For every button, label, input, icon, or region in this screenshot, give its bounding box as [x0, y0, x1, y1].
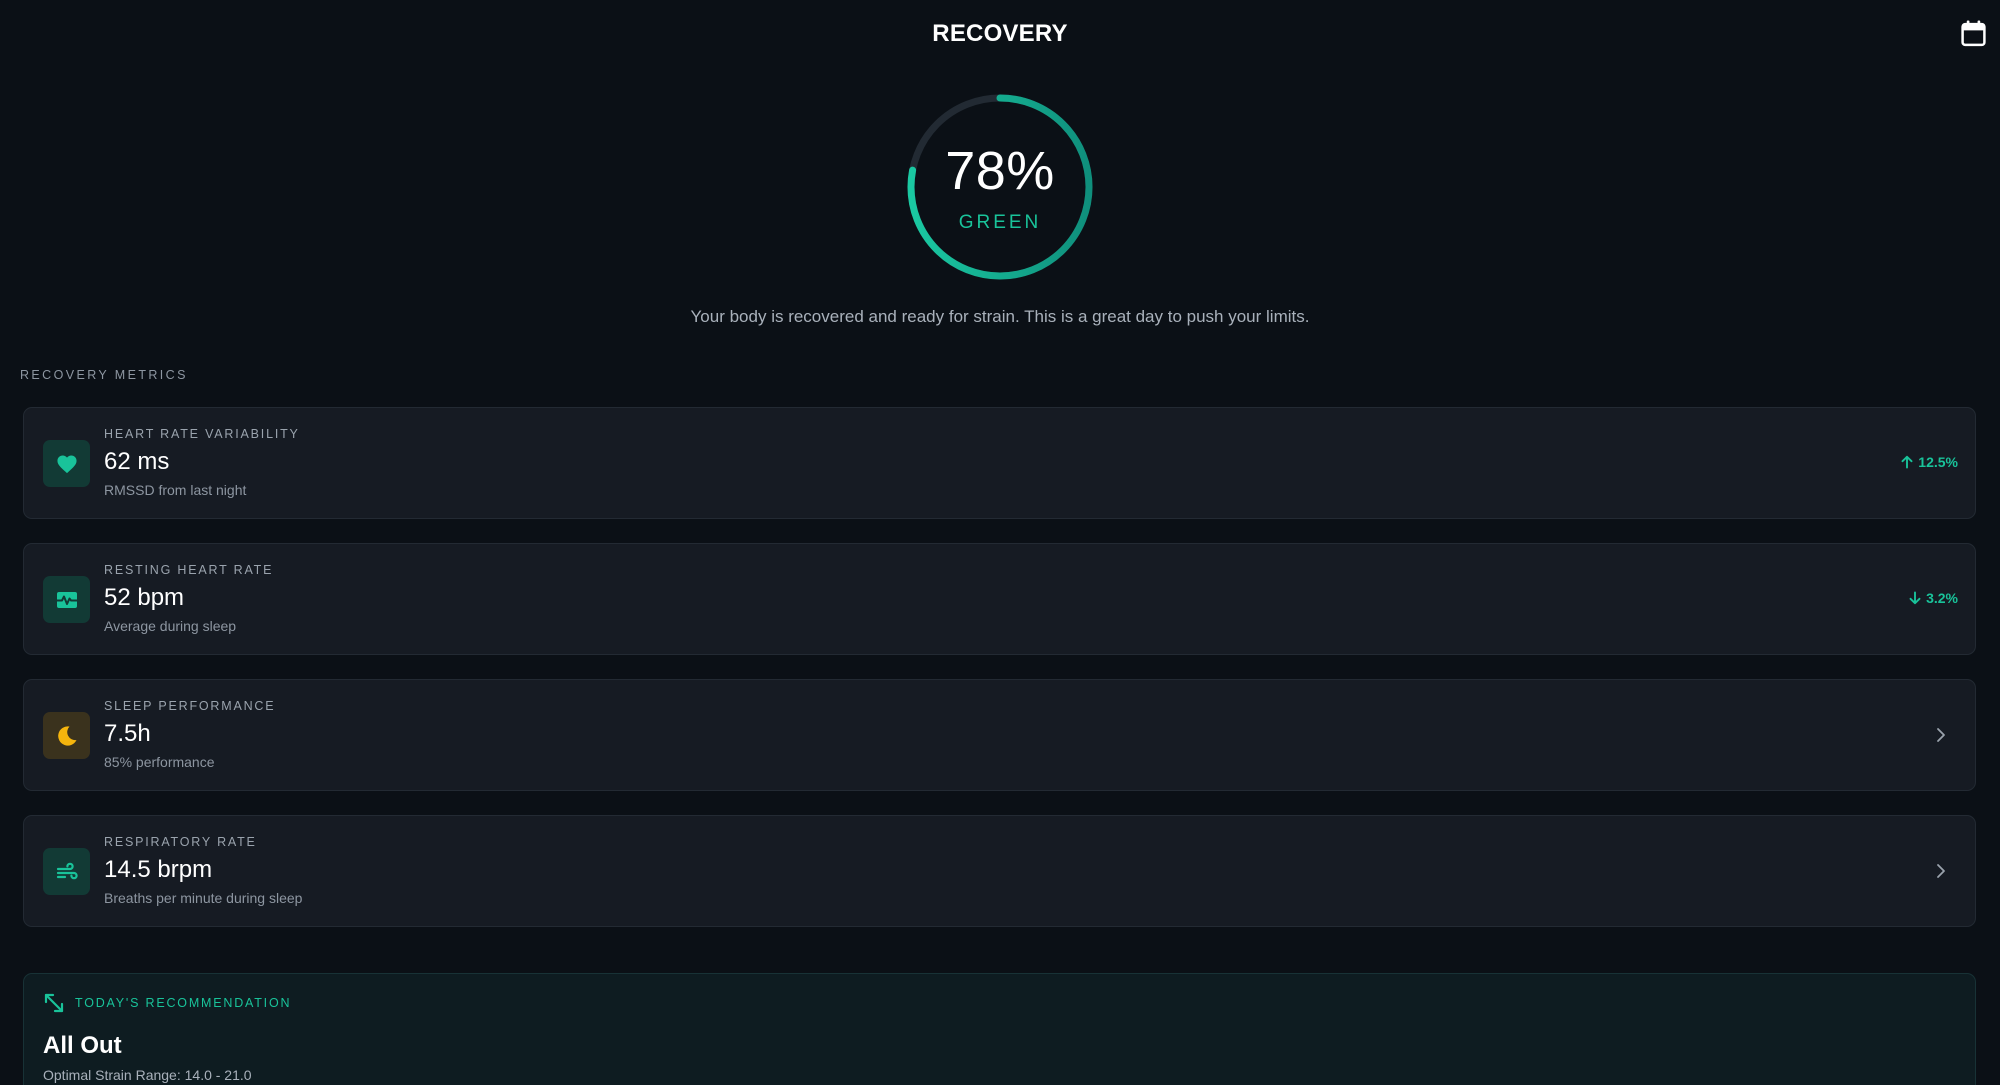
arrow-up-icon	[1901, 455, 1913, 469]
metric-icon-box	[43, 576, 90, 623]
metric-subtext: Breaths per minute during sleep	[104, 890, 303, 906]
recovery-score: 78%	[945, 141, 1055, 201]
wind-icon	[56, 862, 78, 879]
trend-indicator: 12.5%	[1900, 454, 1958, 470]
recommendation-title: All Out	[43, 1032, 122, 1059]
trend-value: 3.2%	[1926, 590, 1958, 606]
chevron-right-icon[interactable]	[1931, 861, 1951, 881]
recovery-message: Your body is recovered and ready for str…	[690, 307, 1310, 326]
trend-value: 12.5%	[1918, 454, 1958, 470]
heart-pulse-icon	[56, 591, 77, 608]
calendar-button[interactable]	[1958, 18, 1988, 48]
metric-label: HEART RATE VARIABILITY	[104, 427, 300, 441]
metric-icon-box	[43, 712, 90, 759]
metric-subtext: Average during sleep	[104, 618, 237, 634]
metric-value: 62 ms	[104, 448, 170, 475]
calendar-icon	[1960, 20, 1986, 46]
recovery-status: GREEN	[958, 212, 1042, 233]
metric-subtext: 85% performance	[104, 754, 215, 770]
arrow-down-icon	[1909, 591, 1921, 605]
recommendation-range: Optimal Strain Range: 14.0 - 21.0	[43, 1067, 252, 1083]
metric-subtext: RMSSD from last night	[104, 482, 247, 498]
recommendation-label: TODAY'S RECOMMENDATION	[75, 996, 292, 1010]
metric-label: SLEEP PERFORMANCE	[104, 699, 276, 713]
recommendation-card[interactable]: TODAY'S RECOMMENDATION All Out Optimal S…	[23, 973, 1976, 1085]
heart-icon	[56, 455, 77, 473]
moon-icon	[57, 725, 76, 746]
trend-indicator: 3.2%	[1908, 590, 1958, 606]
metric-icon-box	[43, 440, 90, 487]
header: RECOVERY	[0, 0, 2000, 68]
metric-card-resting-heart-rate[interactable]: RESTING HEART RATE 52 bpm Average during…	[23, 543, 1976, 655]
metric-value: 14.5 brpm	[104, 856, 213, 883]
section-label-recovery-metrics: RECOVERY METRICS	[20, 368, 188, 382]
expand-arrows-icon	[44, 993, 64, 1013]
metric-value: 52 bpm	[104, 584, 185, 611]
chevron-right-icon[interactable]	[1931, 725, 1951, 745]
recommendation-header: TODAY'S RECOMMENDATION	[43, 992, 291, 1014]
metric-icon-box	[43, 848, 90, 895]
metric-value: 7.5h	[104, 720, 151, 747]
recovery-score-ring: 78% GREEN	[903, 90, 1097, 284]
metric-card-respiratory-rate[interactable]: RESPIRATORY RATE 14.5 brpm Breaths per m…	[23, 815, 1976, 927]
metric-label: RESTING HEART RATE	[104, 563, 274, 577]
metric-card-hrv[interactable]: HEART RATE VARIABILITY 62 ms RMSSD from …	[23, 407, 1976, 519]
recovery-screen: RECOVERY 78% GREEN Your body is recovere…	[0, 0, 2000, 1085]
page-title: RECOVERY	[932, 20, 1068, 47]
metric-label: RESPIRATORY RATE	[104, 835, 257, 849]
metric-card-sleep-performance[interactable]: SLEEP PERFORMANCE 7.5h 85% performance	[23, 679, 1976, 791]
